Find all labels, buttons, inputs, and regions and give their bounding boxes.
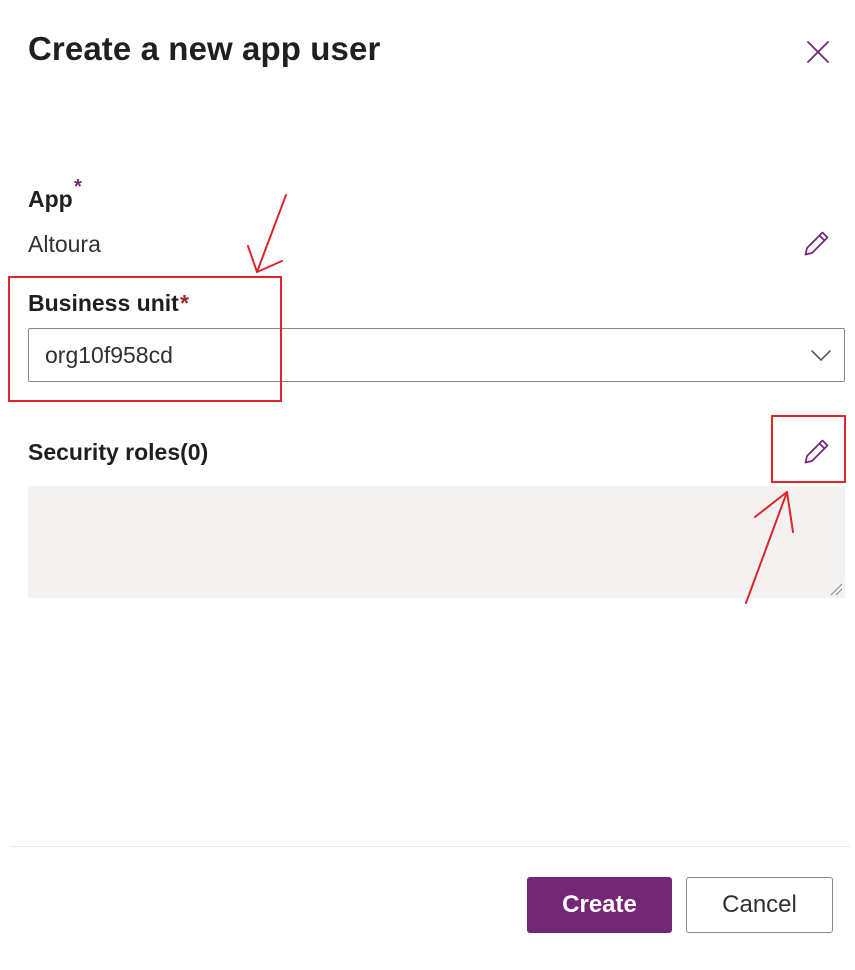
edit-security-roles-button[interactable] [801, 435, 833, 467]
chevron-down-icon [811, 350, 831, 361]
app-required-mark: * [74, 176, 82, 198]
create-button[interactable]: Create [527, 877, 672, 933]
security-roles-label: Security roles(0) [28, 439, 209, 465]
security-roles-textarea[interactable] [28, 486, 845, 598]
arrow-down-icon [247, 194, 287, 273]
close-button[interactable] [800, 34, 836, 70]
business-unit-dropdown[interactable]: org10f958cd [28, 328, 845, 382]
cancel-button[interactable]: Cancel [686, 877, 833, 933]
annotation-arrows [247, 194, 794, 604]
close-icon [807, 41, 829, 63]
dialog-title: Create a new app user [28, 30, 381, 67]
create-app-user-dialog: Create a new app user App * Altoura Busi… [0, 0, 855, 970]
pencil-icon [804, 231, 829, 256]
app-value: Altoura [28, 231, 101, 257]
business-unit-label: Business unit [28, 290, 179, 316]
app-label: App [28, 186, 73, 212]
edit-app-button[interactable] [801, 227, 833, 259]
business-unit-required-mark: * [180, 290, 189, 316]
pencil-icon [804, 439, 829, 464]
footer-divider [10, 846, 850, 847]
business-unit-selected-value: org10f958cd [45, 342, 173, 368]
resize-grip-icon[interactable] [829, 582, 843, 596]
